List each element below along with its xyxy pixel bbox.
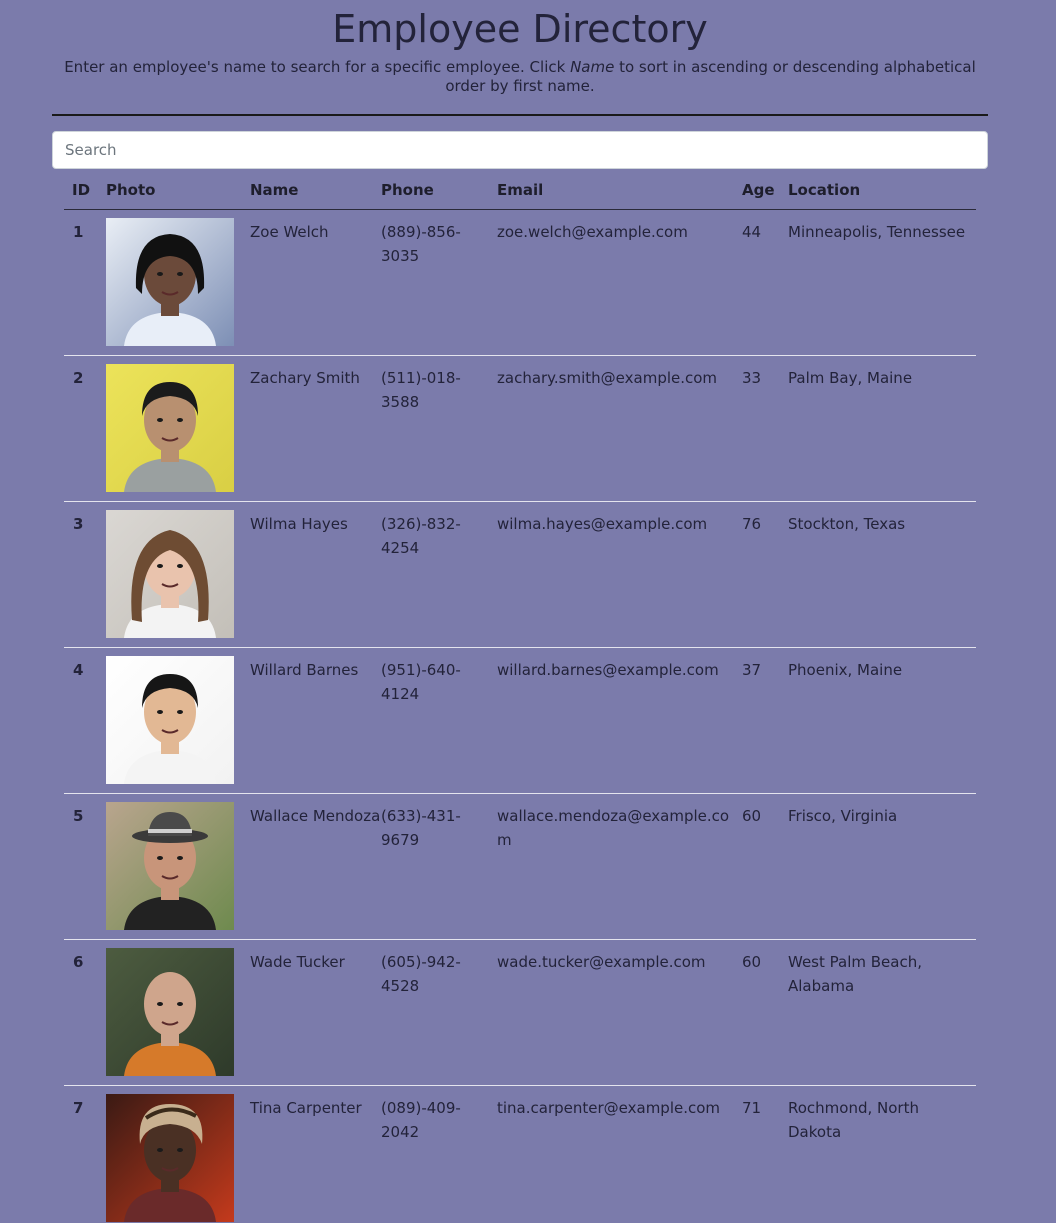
employee-location: Frisco, Virginia	[788, 793, 976, 940]
employee-age: 33	[742, 355, 788, 502]
employee-photo	[106, 939, 250, 1086]
instructions-name-emphasis: Name	[570, 58, 615, 76]
employee-photo-image	[106, 218, 234, 346]
employee-table: ID Photo Name Phone Email Age Location 1…	[64, 170, 976, 1223]
employee-name: Wade Tucker	[250, 939, 381, 1086]
employee-location: Minneapolis, Tennessee	[788, 209, 976, 356]
employee-age: 71	[742, 1085, 788, 1223]
employee-email: willard.barnes@example.com	[497, 647, 742, 794]
employee-location: Palm Bay, Maine	[788, 355, 976, 502]
column-header-photo: Photo	[106, 170, 250, 210]
column-header-name-sort[interactable]: Name	[250, 170, 381, 210]
employee-phone: (089)-409-2042	[381, 1085, 497, 1223]
employee-directory-page: Employee Directory Enter an employee's n…	[0, 0, 1056, 1223]
employee-name: Zoe Welch	[250, 209, 381, 356]
employee-email: wallace.mendoza@example.com	[497, 793, 742, 940]
employee-email: zachary.smith@example.com	[497, 355, 742, 502]
table-row: 7 Tina Carpenter (089)-409-2042 tina.car…	[64, 1085, 976, 1223]
employee-phone: (326)-832-4254	[381, 501, 497, 648]
table-row: 5 Wallace Mendoza (633)-431-9679 wallace…	[64, 793, 976, 940]
employee-name: Wilma Hayes	[250, 501, 381, 648]
header-divider	[52, 114, 988, 116]
employee-name: Zachary Smith	[250, 355, 381, 502]
column-header-location: Location	[788, 170, 976, 210]
table-row: 4 Willard Barnes (951)-640-4124 willard.…	[64, 647, 976, 794]
employee-id: 1	[64, 209, 106, 356]
employee-name: Tina Carpenter	[250, 1085, 381, 1223]
table-row: 3 Wilma Hayes (326)-832-4254 wilma.hayes…	[64, 501, 976, 648]
employee-phone: (605)-942-4528	[381, 939, 497, 1086]
employee-email: wilma.hayes@example.com	[497, 501, 742, 648]
employee-age: 44	[742, 209, 788, 356]
table-header-row: ID Photo Name Phone Email Age Location	[64, 170, 976, 210]
employee-age: 60	[742, 793, 788, 940]
employee-location: Phoenix, Maine	[788, 647, 976, 794]
column-header-email: Email	[497, 170, 742, 210]
employee-photo	[106, 793, 250, 940]
table-row: 6 Wade Tucker (605)-942-4528 wade.tucker…	[64, 939, 976, 1086]
employee-photo	[106, 355, 250, 502]
table-row: 2 Zachary Smith (511)-018-3588 zachary.s…	[64, 355, 976, 502]
employee-photo	[106, 501, 250, 648]
employee-age: 60	[742, 939, 788, 1086]
employee-photo-image	[106, 656, 234, 784]
column-header-age: Age	[742, 170, 788, 210]
column-header-phone: Phone	[381, 170, 497, 210]
employee-age: 76	[742, 501, 788, 648]
instructions-text-start: Enter an employee's name to search for a…	[64, 58, 571, 76]
employee-location: West Palm Beach, Alabama	[788, 939, 976, 1086]
employee-email: tina.carpenter@example.com	[497, 1085, 742, 1223]
table-row: 1 Zoe Welch (889)-856-3035 zoe.welch@exa…	[64, 209, 976, 356]
employee-photo-image	[106, 948, 234, 1076]
employee-phone: (951)-640-4124	[381, 647, 497, 794]
page-title: Employee Directory	[332, 7, 708, 51]
employee-id: 4	[64, 647, 106, 794]
employee-phone: (889)-856-3035	[381, 209, 497, 356]
employee-name: Wallace Mendoza	[250, 793, 381, 940]
employee-age: 37	[742, 647, 788, 794]
employee-name: Willard Barnes	[250, 647, 381, 794]
employee-phone: (511)-018-3588	[381, 355, 497, 502]
column-header-id: ID	[64, 170, 106, 210]
employee-photo-image	[106, 510, 234, 638]
employee-photo-image	[106, 802, 234, 930]
employee-email: zoe.welch@example.com	[497, 209, 742, 356]
employee-photo-image	[106, 364, 234, 492]
employee-photo	[106, 1085, 250, 1223]
employee-id: 7	[64, 1085, 106, 1223]
employee-photo-image	[106, 1094, 234, 1222]
employee-location: Stockton, Texas	[788, 501, 976, 648]
employee-id: 3	[64, 501, 106, 648]
search-input[interactable]	[52, 131, 988, 169]
employee-email: wade.tucker@example.com	[497, 939, 742, 1086]
employee-id: 2	[64, 355, 106, 502]
employee-phone: (633)-431-9679	[381, 793, 497, 940]
employee-photo	[106, 647, 250, 794]
employee-location: Rochmond, North Dakota	[788, 1085, 976, 1223]
employee-id: 6	[64, 939, 106, 1086]
page-instructions: Enter an employee's name to search for a…	[60, 58, 980, 96]
employee-photo	[106, 209, 250, 356]
employee-id: 5	[64, 793, 106, 940]
